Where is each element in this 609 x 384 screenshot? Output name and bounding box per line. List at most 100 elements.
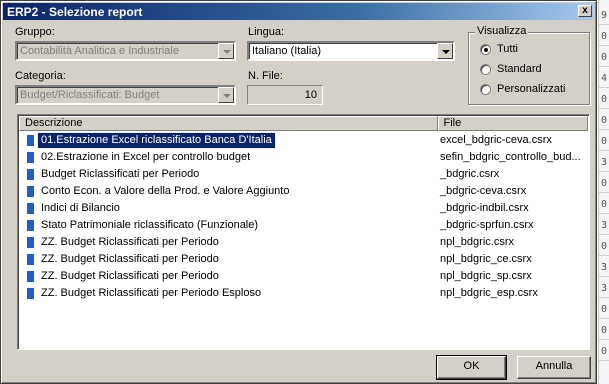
- item-description: ZZ. Budget Riclassificati per Periodo Es…: [41, 287, 262, 299]
- lingua-dropdown-button[interactable]: [437, 43, 453, 59]
- lingua-value: Italiano (Italia): [252, 45, 322, 57]
- background-gridline: [599, 339, 609, 340]
- categoria-label: Categoria:: [15, 70, 66, 82]
- list-item[interactable]: ZZ. Budget Riclassificati per Periodo np…: [19, 268, 589, 285]
- item-description: Conto Econ. a Valore della Prod. e Valor…: [41, 185, 290, 197]
- background-digit: 0: [601, 52, 608, 63]
- background-gridline: [599, 66, 609, 67]
- close-button[interactable]: x: [578, 5, 592, 17]
- column-header-descrizione[interactable]: Descrizione: [19, 116, 438, 131]
- background-gridline: [599, 150, 609, 151]
- background-digit: 0: [601, 241, 608, 252]
- background-digit: 0: [601, 325, 608, 336]
- background-digit: 0: [601, 115, 608, 126]
- list-item[interactable]: Stato Patrimoniale riclassificato (Funzi…: [19, 217, 589, 234]
- radio-personalizzati[interactable]: Personalizzati: [480, 83, 565, 95]
- background-gridline: [599, 108, 609, 109]
- close-icon: x: [582, 5, 588, 16]
- item-description: Stato Patrimoniale riclassificato (Funzi…: [41, 219, 259, 231]
- item-description: 01.Estrazione Excel riclassificato Banca…: [37, 132, 276, 149]
- lingua-select[interactable]: Italiano (Italia): [247, 41, 455, 61]
- background-digit: 0: [601, 136, 608, 147]
- report-list[interactable]: Descrizione File 01.Estrazione Excel ric…: [17, 114, 590, 350]
- background-gridline: [599, 87, 609, 88]
- item-description: ZZ. Budget Riclassificati per Periodo: [41, 270, 219, 282]
- radio-tutti[interactable]: Tutti: [480, 43, 518, 55]
- background-gridline: [599, 192, 609, 193]
- background-digit: 3: [601, 262, 608, 273]
- gruppo-value: Contabilità Analitica e Industriale: [20, 45, 179, 57]
- item-file: _bdgric-sprfun.csrx: [440, 219, 534, 231]
- background-digit: 3: [601, 220, 608, 231]
- list-item[interactable]: ZZ. Budget Riclassificati per Periodo np…: [19, 251, 589, 268]
- list-item[interactable]: Indici di Bilancio _bdgric-indbil.csrx: [19, 200, 589, 217]
- item-file: excel_bdgric-ceva.csrx: [440, 134, 552, 146]
- column-header-file[interactable]: File: [437, 116, 588, 131]
- categoria-select[interactable]: Budget/Riclassificati: Budget: [15, 85, 236, 105]
- background-digit: 3: [601, 283, 608, 294]
- lingua-label: Lingua:: [248, 26, 285, 38]
- list-item[interactable]: ZZ. Budget Riclassificati per Periodo np…: [19, 234, 589, 251]
- background-digit: 3: [601, 157, 608, 168]
- dialog-window: ERP2 - Selezione report x Gruppo: Contab…: [0, 0, 597, 384]
- radio-tutti-label: Tutti: [497, 43, 518, 55]
- list-item[interactable]: 02.Estrazione in Excel per controllo bud…: [19, 149, 589, 166]
- background-digit: 0: [601, 199, 608, 210]
- radio-standard[interactable]: Standard: [480, 63, 542, 75]
- background-gridline: [599, 255, 609, 256]
- item-file: npl_bdgric_esp.csrx: [440, 287, 538, 299]
- report-icon: [27, 220, 34, 231]
- radio-icon: [480, 63, 491, 75]
- list-item[interactable]: Conto Econ. a Valore della Prod. e Valor…: [19, 183, 589, 200]
- item-description: ZZ. Budget Riclassificati per Periodo: [41, 253, 219, 265]
- report-icon: [27, 203, 34, 214]
- background-gridline: [599, 276, 609, 277]
- window-title: ERP2 - Selezione report: [7, 4, 143, 19]
- report-icon: [27, 254, 34, 265]
- item-file: _bdgric-ceva.csrx: [440, 185, 527, 197]
- background-gridline: [599, 213, 609, 214]
- list-item[interactable]: 01.Estrazione Excel riclassificato Banca…: [19, 132, 589, 149]
- list-header: Descrizione File: [19, 116, 588, 131]
- background-gridline: [599, 45, 609, 46]
- background-gridline: [599, 234, 609, 235]
- report-icon: [27, 152, 34, 163]
- title-bar[interactable]: ERP2 - Selezione report x: [3, 3, 594, 20]
- radio-personalizzati-label: Personalizzati: [497, 83, 566, 95]
- radio-icon: [480, 83, 491, 95]
- background-digit: 0: [601, 304, 608, 315]
- ok-button[interactable]: OK: [436, 355, 507, 380]
- background-gridline: [599, 360, 609, 361]
- categoria-value: Budget/Riclassificati: Budget: [20, 89, 160, 101]
- chevron-down-icon: [223, 94, 231, 98]
- gruppo-label: Gruppo:: [15, 26, 55, 38]
- item-file: _bdgric.csrx: [440, 168, 500, 180]
- background-digit: 0: [601, 31, 608, 42]
- item-description: Indici di Bilancio: [41, 202, 120, 214]
- item-description: ZZ. Budget Riclassificati per Periodo: [41, 236, 219, 248]
- report-icon: [27, 288, 34, 299]
- background-gridline: [599, 24, 609, 25]
- annulla-button[interactable]: Annulla: [517, 356, 591, 379]
- report-icon: [27, 271, 34, 282]
- list-item[interactable]: Budget Riclassificati per Periodo _bdgri…: [19, 166, 589, 183]
- item-file: npl_bdgric_ce.csrx: [440, 253, 532, 265]
- nfile-label: N. File:: [248, 70, 283, 82]
- nfile-field: 10: [247, 85, 323, 105]
- background-gridline: [599, 129, 609, 130]
- background-digit: 0: [601, 178, 608, 189]
- gruppo-dropdown-button[interactable]: [218, 43, 234, 59]
- gruppo-select[interactable]: Contabilità Analitica e Industriale: [15, 41, 236, 61]
- background-gridline: [599, 297, 609, 298]
- nfile-value: 10: [304, 89, 317, 101]
- report-icon: [27, 135, 34, 146]
- item-file: sefin_bdgric_controllo_bud...: [440, 151, 581, 163]
- background-digit: 4: [601, 73, 608, 84]
- item-file: _bdgric-indbil.csrx: [440, 202, 529, 214]
- list-item[interactable]: ZZ. Budget Riclassificati per Periodo Es…: [19, 285, 589, 302]
- categoria-dropdown-button[interactable]: [218, 87, 234, 103]
- background-digit: 0: [601, 94, 608, 105]
- radio-icon: [480, 43, 491, 55]
- visualizza-title: Visualizza: [475, 25, 529, 37]
- radio-selected-dot: [484, 47, 488, 52]
